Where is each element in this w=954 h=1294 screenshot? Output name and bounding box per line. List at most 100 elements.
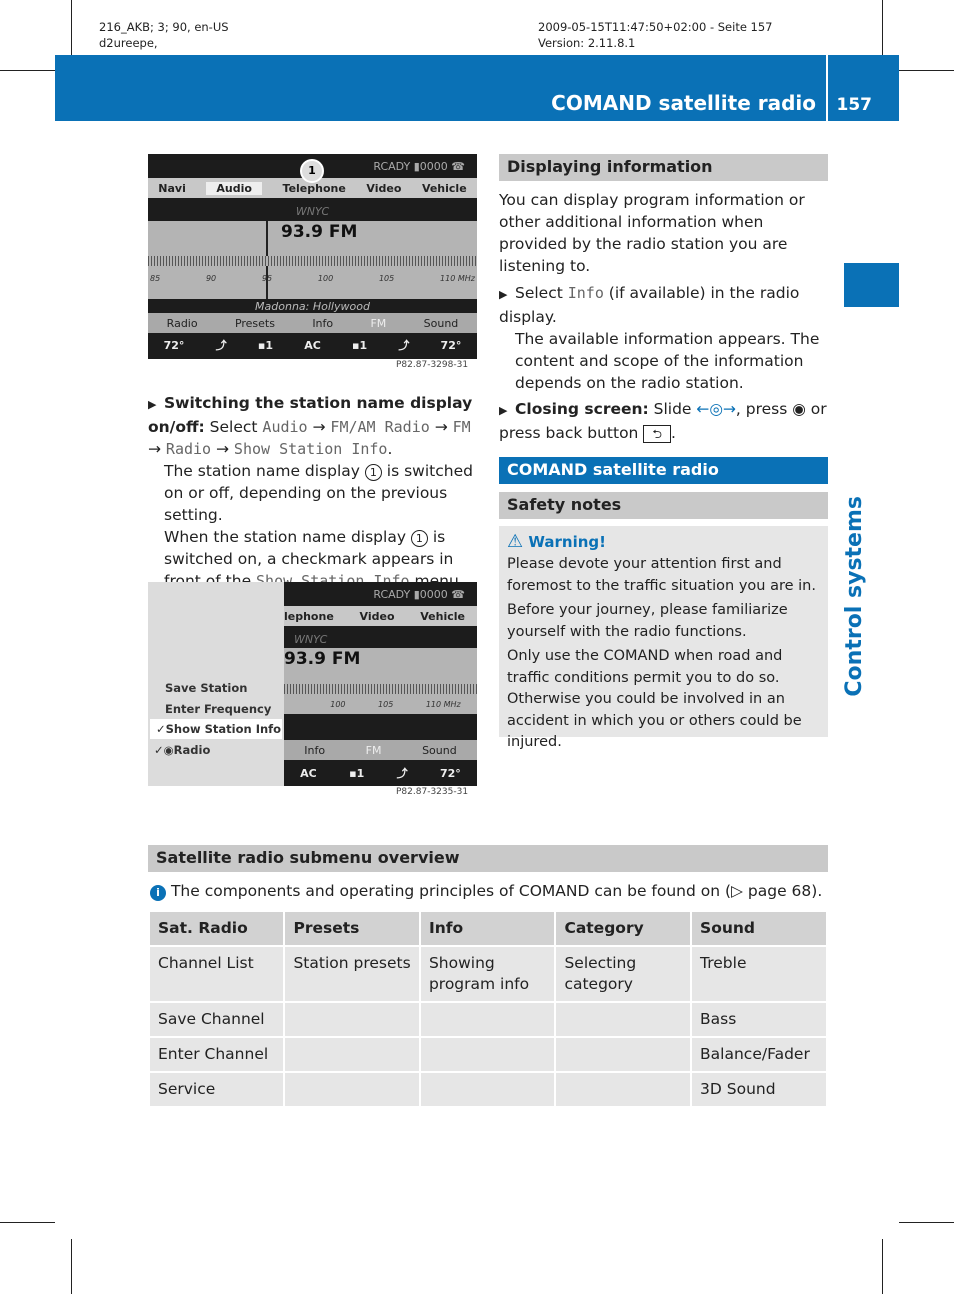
crop-mark — [899, 70, 954, 71]
table-cell — [554, 1037, 693, 1073]
crop-mark — [0, 1222, 55, 1223]
table-cell: 3D Sound — [690, 1072, 828, 1108]
info-text: The components and operating principles … — [170, 882, 823, 900]
chapter-label: Control systems — [826, 320, 886, 697]
warning-triangle-icon: ⚠ — [507, 531, 524, 552]
crop-mark — [71, 1239, 72, 1294]
seat-icon: ⤴ — [398, 339, 410, 352]
table-cell — [554, 1072, 693, 1108]
table-cell: Balance/Fader — [690, 1037, 828, 1073]
table-cell — [418, 1037, 557, 1073]
menu-info: Info — [304, 743, 326, 757]
table-cell — [283, 1002, 421, 1038]
function-bar: Radio Presets Info FM Sound — [148, 313, 477, 333]
climate-bar: 72° ⤴ ▪1 AC ▪1 ⤴ 72° — [148, 334, 477, 356]
tab-video: Video — [359, 609, 395, 623]
step-station-name: ▶ Switching the station name display on/o… — [148, 392, 480, 614]
submenu-save-station: Save Station — [165, 681, 248, 695]
image-code: P82.87-3235-31 — [396, 787, 469, 797]
menu-path: Show Station Info — [233, 440, 388, 458]
seat-icon: ⤴ — [396, 767, 408, 780]
table-row: Save Channel Bass — [147, 1002, 828, 1038]
warning-box: ⚠ Warning! Please devote your attention … — [499, 526, 828, 750]
scale-label: 95 — [261, 274, 273, 283]
tab-audio: Audio — [206, 181, 262, 195]
table-cell — [418, 1002, 557, 1038]
arrow: → — [148, 440, 166, 458]
text: . — [670, 424, 676, 442]
display-section: You can display program information or o… — [499, 189, 831, 444]
arrow: → — [429, 418, 453, 436]
back-button-icon: ⮌ — [643, 425, 671, 443]
meta-line: 2009-05-15T11:47:50+02:00 - Seite 157 — [538, 20, 773, 34]
ac-label: AC — [300, 766, 317, 780]
callout-1: 1 — [300, 159, 324, 183]
menu-presets: Presets — [234, 316, 275, 330]
crop-mark — [0, 70, 55, 71]
ac-label: AC — [304, 338, 321, 352]
tab-telephone: Telephone — [282, 181, 346, 195]
status-text: RCADY ▮0000 — [373, 159, 448, 173]
meta-line: d2ureepe, — [99, 36, 158, 50]
table-row: Service 3D Sound — [147, 1072, 828, 1108]
submenu-table: Sat. Radio Presets Info Category Sound C… — [147, 912, 828, 1108]
table-cell: Treble — [690, 946, 828, 1003]
paragraph: Only use the COMAND when road and traffi… — [507, 648, 802, 750]
print-meta-right: 2009-05-15T11:47:50+02:00 - Seite 157 Ver… — [538, 19, 773, 51]
fan-icon: ▪1 — [349, 766, 365, 780]
frequency-scale — [284, 684, 477, 694]
column-header: Info — [418, 912, 557, 947]
tab-vehicle: Vehicle — [420, 609, 465, 623]
crop-mark — [882, 0, 883, 55]
divider — [826, 55, 828, 121]
meta-line: Version: 2.11.8.1 — [538, 36, 636, 50]
tab-video: Video — [366, 181, 402, 195]
step-title: Closing screen: — [515, 400, 649, 418]
menu-path: Audio — [262, 418, 308, 436]
chapter-label-text: Control systems — [842, 496, 867, 697]
crop-mark — [882, 1239, 883, 1294]
text: Select — [515, 284, 568, 302]
menu-path: FM — [452, 418, 471, 436]
frequency-scale — [148, 256, 477, 266]
column-header: Sound — [690, 912, 828, 947]
crop-mark — [71, 0, 72, 55]
temp-right: 72° — [440, 338, 462, 352]
tab-navi: Navi — [158, 181, 186, 195]
table-cell — [554, 1002, 693, 1038]
meta-line: 216_AKB; 3; 90, en-US — [99, 20, 229, 34]
menu-info: Info — [312, 316, 334, 330]
table-header-row: Sat. Radio Presets Info Category Sound — [147, 912, 828, 947]
text: The station name display — [164, 462, 365, 480]
table-cell: Save Channel — [147, 1002, 286, 1038]
frequency: 93.9 FM — [281, 222, 358, 242]
slide-controller-icon: ←◎→ — [696, 400, 736, 418]
table-cell: Station presets — [283, 946, 421, 1003]
menu-path: FM/AM Radio — [330, 418, 430, 436]
scale-label: 105 — [378, 700, 394, 709]
submenu-show-station-info: ✓Show Station Info — [150, 719, 282, 739]
info-note: i The components and operating principle… — [150, 882, 822, 901]
section-title: COMAND satellite radio — [551, 91, 816, 115]
column-header: Category — [554, 912, 693, 947]
station-name: WNYC — [294, 632, 328, 646]
frequency-panel: 93.9 FM 85 90 95 100 105 110 MHz — [148, 221, 477, 299]
text: . — [387, 440, 393, 458]
callout-ref: 1 — [410, 530, 428, 547]
chapter-tab — [844, 263, 899, 307]
table-cell: Selecting category — [554, 946, 693, 1003]
scale-label: 105 — [378, 274, 395, 283]
info-icon: i — [150, 885, 166, 901]
scale-label: 110 MHz — [425, 700, 461, 709]
callout-ref: 1 — [364, 464, 382, 481]
text: Select — [204, 418, 263, 436]
menu-fm: FM — [365, 743, 382, 757]
table-cell: Enter Channel — [147, 1037, 286, 1073]
page-number: 157 — [836, 95, 873, 115]
paragraph: The station name display 1 is switched o… — [148, 460, 480, 526]
tab-vehicle: Vehicle — [421, 181, 467, 195]
temp-left: 72° — [163, 338, 185, 352]
heading-displaying-information: Displaying information — [499, 154, 828, 181]
scale-label: 90 — [205, 274, 217, 283]
menu-item: Info — [567, 284, 604, 302]
